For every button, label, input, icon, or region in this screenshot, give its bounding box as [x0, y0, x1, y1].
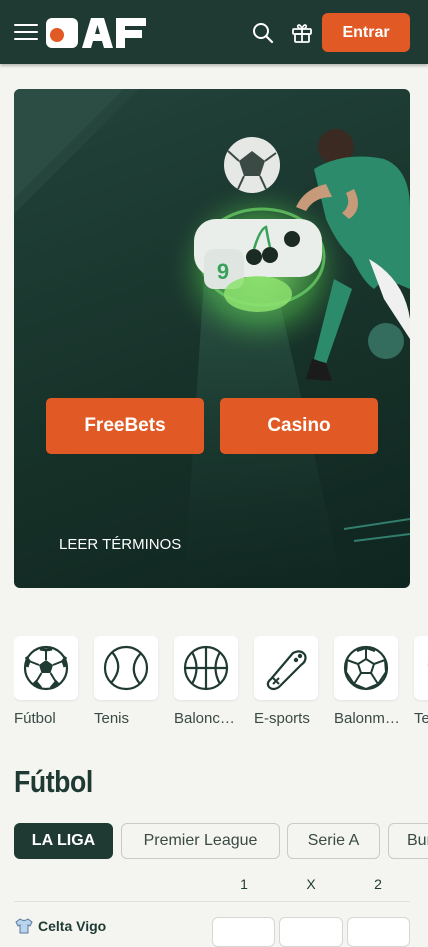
freebets-button[interactable]: FreeBets: [46, 398, 204, 454]
sport-label: Baloncesto: [174, 710, 240, 727]
svg-text:9: 9: [217, 259, 229, 284]
sport-item-baloncesto[interactable]: Baloncesto: [174, 636, 240, 727]
section-title: Fútbol: [14, 764, 93, 799]
tab-serie-a[interactable]: Serie A: [287, 823, 380, 859]
tennis-ball-icon: [103, 645, 149, 691]
casino-button[interactable]: Casino: [220, 398, 378, 454]
league-tabs: LA LIGA Premier League Serie A Bundeslig…: [14, 823, 428, 859]
odd-button-draw[interactable]: [279, 917, 343, 947]
odd-button-home[interactable]: [212, 917, 275, 947]
basketball-icon: [183, 645, 229, 691]
table-tennis-icon: [427, 663, 428, 667]
promo-banner[interactable]: 9 FreeBets Casino LEER TÉRMINOS: [14, 89, 410, 588]
sport-label: Tenis: [94, 710, 130, 727]
sport-item-tenis[interactable]: Tenis: [94, 636, 158, 727]
odd-button-away[interactable]: [347, 917, 410, 947]
sport-label: Tenis de mesa: [414, 710, 428, 727]
gift-icon[interactable]: [290, 21, 314, 45]
sport-label: E-sports: [254, 710, 310, 727]
terms-link[interactable]: LEER TÉRMINOS: [59, 536, 181, 553]
football-illustration: [224, 137, 280, 193]
team-shirt-icon: [15, 918, 33, 934]
soccer-ball-icon: [23, 645, 69, 691]
team-name: Celta Vigo: [38, 918, 107, 934]
handball-icon: [343, 645, 389, 691]
tab-la-liga[interactable]: LA LIGA: [14, 823, 113, 859]
login-button[interactable]: Entrar: [322, 13, 410, 52]
sport-item-esports[interactable]: E-sports: [254, 636, 318, 727]
tab-bundesliga[interactable]: Bundesliga: [388, 823, 428, 859]
odds-header-away: 2: [374, 876, 382, 892]
paf-logo[interactable]: [46, 16, 146, 50]
search-icon[interactable]: [251, 21, 275, 45]
odds-header-home: 1: [240, 876, 248, 892]
top-header: Entrar: [0, 0, 428, 64]
odds-header-draw: X: [306, 876, 316, 892]
sport-item-balonmano[interactable]: Balonmano: [334, 636, 400, 727]
sport-item-tenis-de-mesa[interactable]: Tenis de mesa: [414, 636, 428, 727]
match-home-team[interactable]: Celta Vigo: [14, 918, 106, 934]
sports-category-list: Fútbol Tenis Baloncesto: [14, 636, 428, 736]
gamepad-icon: [266, 650, 307, 691]
sport-label: Balonmano: [334, 710, 400, 727]
divider: [14, 901, 410, 902]
menu-icon[interactable]: [14, 22, 38, 42]
banner-artwork: 9: [14, 89, 410, 588]
sport-label: Fútbol: [14, 710, 56, 727]
tab-premier-league[interactable]: Premier League: [121, 823, 280, 859]
sport-item-futbol[interactable]: Fútbol: [14, 636, 78, 727]
